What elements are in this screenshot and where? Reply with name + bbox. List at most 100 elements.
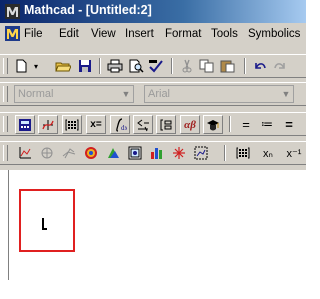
copy-icon: [199, 59, 214, 73]
calculus-icon: dx: [116, 117, 127, 132]
evaluation-button[interactable]: x=: [86, 115, 106, 134]
subscript-icon: xₙ: [263, 147, 273, 160]
menu-insert[interactable]: Insert: [125, 28, 154, 40]
polar-plot-button[interactable]: [38, 144, 56, 162]
chevron-down-icon: ▼: [281, 89, 291, 99]
worksheet[interactable]: [0, 170, 306, 299]
matrix-button[interactable]: [62, 115, 82, 134]
save-icon: [79, 60, 91, 72]
plot-wizard-icon: [173, 147, 185, 159]
redo-button[interactable]: [271, 57, 289, 75]
scissors-icon: [182, 59, 192, 73]
insert-matrix-icon: [236, 147, 250, 159]
programming-icon: [160, 119, 172, 130]
menu-format[interactable]: Format: [165, 28, 201, 40]
boolean-icon: [137, 119, 149, 131]
insert-plot-icon: [194, 146, 208, 160]
menu-bar: File Edit View Insert Format Tools Symbo…: [0, 23, 306, 45]
programming-button[interactable]: [156, 115, 176, 134]
save-button[interactable]: [76, 57, 94, 75]
insertion-cursor-foot: [42, 228, 47, 230]
style-select-value: Normal: [18, 88, 54, 100]
paste-button[interactable]: [219, 57, 237, 75]
contour-plot-button[interactable]: [82, 144, 100, 162]
style-select[interactable]: Normal ▼: [14, 85, 134, 103]
symbolic-icon: [207, 119, 219, 130]
copy-button[interactable]: [198, 57, 216, 75]
greek-button[interactable]: αβ: [180, 115, 200, 134]
equals-icon: =: [242, 116, 250, 132]
menu-symbolics[interactable]: Symbolics: [248, 28, 300, 40]
greek-icon: αβ: [184, 118, 196, 131]
graph-icon: [42, 119, 54, 130]
3d-scatter-icon: [108, 148, 119, 158]
paste-icon: [220, 60, 235, 73]
chevron-down-icon: ▼: [121, 89, 131, 99]
insert-matrix-button[interactable]: [234, 144, 252, 162]
new-button[interactable]: [12, 57, 30, 75]
xy-plot-button[interactable]: [16, 144, 34, 162]
spell-check-button[interactable]: [147, 57, 165, 75]
chevron-down-icon: ▾: [33, 61, 38, 71]
bold-equals-icon: =: [285, 116, 293, 132]
symbolic-button[interactable]: [203, 115, 223, 134]
cut-button[interactable]: [178, 57, 196, 75]
menu-edit[interactable]: Edit: [59, 28, 79, 40]
toolbar-area: ▾ Normal ▼ Arial ▼ x= dx αβ = ≔ = xₙ x⁻¹: [0, 45, 306, 170]
define-button[interactable]: =: [237, 115, 255, 133]
calculator-icon: [19, 118, 31, 131]
graph-button[interactable]: [38, 115, 58, 134]
plot-wizard-button[interactable]: [170, 144, 188, 162]
menu-file[interactable]: File: [24, 28, 43, 40]
menu-view[interactable]: View: [91, 28, 116, 40]
menu-tools[interactable]: Tools: [211, 28, 238, 40]
title-bar: Mathcad - [Untitled:2]: [0, 0, 306, 23]
undo-icon: [255, 63, 266, 69]
open-folder-icon: [55, 62, 71, 72]
3d-bar-icon: [128, 146, 142, 160]
window-title: Mathcad - [Untitled:2]: [24, 3, 152, 17]
toolbar-grip[interactable]: [3, 116, 8, 132]
xy-plot-icon: [19, 147, 31, 159]
open-button[interactable]: [54, 57, 72, 75]
inverse-button[interactable]: x⁻¹: [283, 144, 305, 162]
surface-plot-button[interactable]: [60, 144, 78, 162]
print-button[interactable]: [106, 57, 124, 75]
surface-plot-icon: [62, 148, 76, 159]
spell-check-icon: [149, 60, 163, 73]
vector-field-button[interactable]: [148, 144, 166, 162]
toolbar-separator: [99, 58, 101, 74]
redo-icon: [274, 63, 285, 69]
colon-equals-icon: ≔: [261, 117, 273, 131]
toolbar-grip[interactable]: [3, 58, 8, 74]
toolbar-grip[interactable]: [3, 145, 8, 161]
mathcad-logo-icon: [5, 4, 20, 19]
vector-field-icon: [151, 148, 162, 159]
toolbar-separator: [171, 58, 173, 74]
insert-plot-button[interactable]: [192, 144, 210, 162]
boolean-button[interactable]: [133, 115, 153, 134]
evaluation-icon: x=: [90, 119, 102, 130]
worksheet-left-edge: [8, 170, 9, 280]
formatting-toolbar: Normal ▼ Arial ▼: [0, 82, 306, 106]
boolean-equals-button[interactable]: =: [280, 115, 298, 133]
undo-button[interactable]: [251, 57, 269, 75]
font-select-value: Arial: [148, 88, 171, 100]
math-region[interactable]: [19, 189, 75, 252]
3d-scatter-button[interactable]: [104, 144, 122, 162]
document-icon[interactable]: [5, 26, 20, 41]
subscript-button[interactable]: xₙ: [259, 144, 277, 162]
font-select[interactable]: Arial ▼: [144, 85, 294, 103]
new-dropdown[interactable]: ▾: [31, 57, 41, 75]
3d-bar-button[interactable]: [126, 144, 144, 162]
global-define-button[interactable]: ≔: [258, 115, 276, 133]
toolbar-grip[interactable]: [3, 86, 8, 102]
calculator-button[interactable]: [15, 115, 35, 134]
inverse-icon: x⁻¹: [286, 147, 302, 160]
printer-icon: [107, 59, 123, 73]
graph-toolbar: xₙ x⁻¹: [0, 141, 306, 165]
print-preview-button[interactable]: [127, 57, 145, 75]
calculus-button[interactable]: dx: [110, 115, 130, 134]
contour-plot-icon: [85, 147, 97, 159]
toolbar-separator: [244, 58, 246, 74]
